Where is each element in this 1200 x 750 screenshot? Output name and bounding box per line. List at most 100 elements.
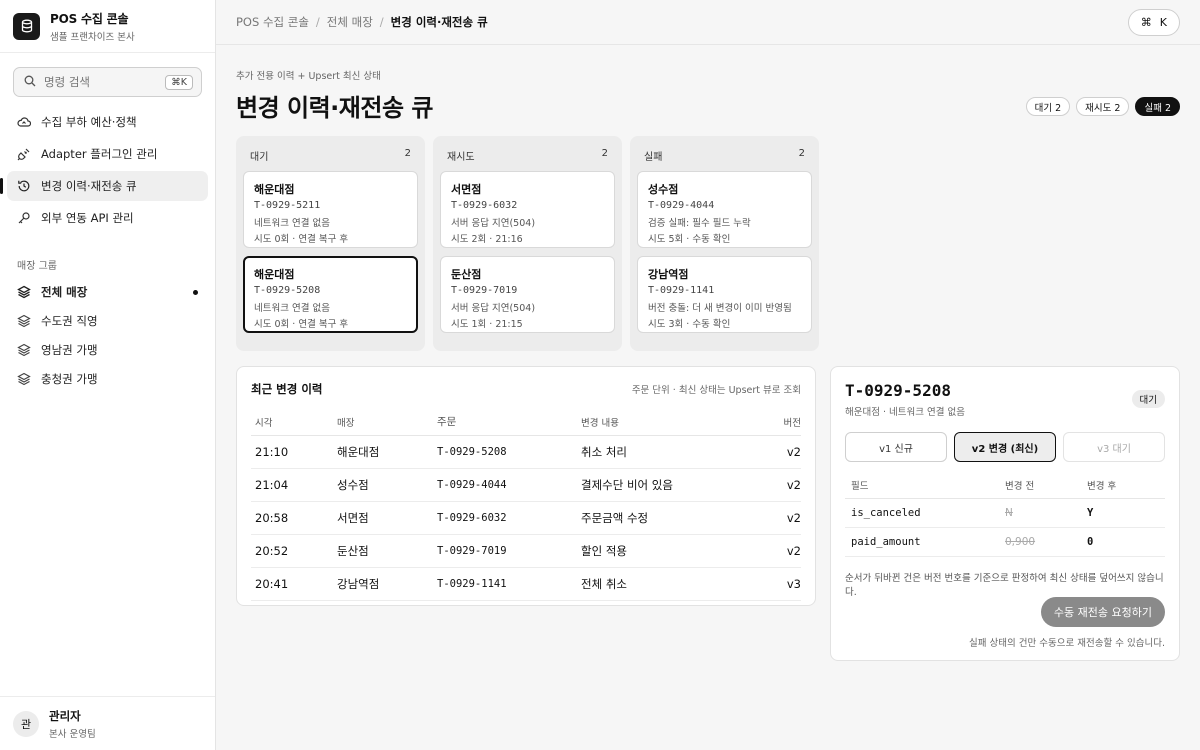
command-palette-button[interactable]: ⌘ K (1127, 8, 1180, 36)
nav-label: 변경 이력·재전송 큐 (41, 179, 137, 193)
card-store: 해운대점 (254, 268, 295, 281)
status-badge: 대기 (1131, 390, 1165, 408)
filter-pending[interactable]: 대기 2 (1025, 97, 1071, 116)
tab-version-1[interactable]: v1 신규 (845, 432, 947, 462)
table-header-row: 시각 매장 주문 변경 내용 버전 (251, 409, 801, 436)
column-header: 변경 내용 (581, 409, 766, 436)
table-row[interactable]: 21:04 성수점 T-0929-4044 결제수단 비어 있음 v2 (251, 468, 801, 502)
main-nav: 수집 부하 예산·정책 Adapter 플러그인 관리 변경 이력·재전송 큐 … (0, 107, 215, 233)
breadcrumb: POS 수집 콘솔 / 전체 매장 / 변경 이력·재전송 큐 (236, 14, 488, 30)
store-item-yeongnam[interactable]: 영남권 가맹 (7, 336, 208, 364)
cell-version: v2 (765, 501, 801, 535)
column-header: 변경 전 (1005, 472, 1087, 499)
manual-resend-button[interactable]: 수동 재전송 요청하기 (1040, 597, 1165, 627)
queue-card-selected[interactable]: 해운대점 T-0929-5208 네트워크 연결 없음 시도 0회 · 연결 복… (243, 256, 418, 333)
card-retry: 시도 3회 · 수동 확인 (648, 319, 731, 330)
cloud-icon (17, 115, 31, 129)
card-reason: 네트워크 연결 없음 (254, 303, 330, 314)
cell-order: T-0929-4044 (437, 468, 581, 502)
column-header: 시각 (251, 409, 337, 436)
card-reason: 버전 충돌: 더 새 변경이 이미 반영됨 (648, 303, 792, 314)
panel-header: 최근 변경 이력 주문 단위 · 최신 상태는 Upsert 뷰로 조회 (251, 381, 801, 397)
cell-change: 주문금액 수정 (581, 501, 766, 535)
nav-label: 외부 연동 API 관리 (41, 211, 134, 225)
queue-card[interactable]: 강남역점 T-0929-1141 버전 충돌: 더 새 변경이 이미 반영됨 시… (637, 256, 812, 333)
queue-card[interactable]: 해운대점 T-0929-5211 네트워크 연결 없음 시도 0회 · 연결 복… (243, 171, 418, 248)
queue-board: 대기 2 해운대점 T-0929-5211 네트워크 연결 없음 시도 0회 ·… (236, 136, 819, 351)
command-key-icon: ⌘ (1140, 15, 1152, 29)
field-diff-table: 필드 변경 전 변경 후 is_canceled N Y paid_amount… (845, 472, 1165, 557)
field-after: 0 (1087, 527, 1165, 557)
cell-time: 21:10 (251, 435, 337, 469)
user-profile[interactable]: 관 관리자 본사 운영팀 (0, 696, 215, 750)
column-retry: 재시도 2 서면점 T-0929-6032 서버 응답 지연(504) 시도 2… (433, 136, 622, 351)
card-store: 해운대점 (254, 183, 295, 196)
queue-card[interactable]: 성수점 T-0929-4044 검증 실패: 필수 필드 누락 시도 5회 · … (637, 171, 812, 248)
queue-card[interactable]: 둔산점 T-0929-7019 서버 응답 지연(504) 시도 1회 · 21… (440, 256, 615, 333)
cell-store: 둔산점 (337, 534, 437, 568)
column-header: 대기 2 (243, 148, 418, 163)
card-retry: 시도 0회 · 연결 복구 후 (254, 319, 349, 330)
cell-time: 21:04 (251, 468, 337, 502)
store-item-label: 영남권 가맹 (41, 343, 98, 357)
user-team: 본사 운영팀 (49, 728, 96, 740)
table-row: paid_amount 0,900 0 (845, 527, 1165, 557)
card-reason: 검증 실패: 필수 필드 누락 (648, 218, 751, 229)
search-shortcut: ⌘K (165, 74, 193, 90)
cell-version: v2 (765, 534, 801, 568)
cell-store: 해운대점 (337, 435, 437, 469)
store-item-label: 전체 매장 (41, 285, 88, 299)
store-item-capital[interactable]: 수도권 직영 (7, 307, 208, 335)
nav-item-load-budget[interactable]: 수집 부하 예산·정책 (7, 107, 208, 137)
column-pending: 대기 2 해운대점 T-0929-5211 네트워크 연결 없음 시도 0회 ·… (236, 136, 425, 351)
cell-change: 전체 취소 (581, 567, 766, 601)
store-item-all[interactable]: 전체 매장 (7, 278, 208, 306)
page-subtitle: 추가 전용 이력 + Upsert 최신 상태 (236, 71, 381, 82)
card-reason: 네트워크 연결 없음 (254, 218, 330, 229)
card-order: T-0929-1141 (648, 285, 715, 296)
nav-item-history-queue[interactable]: 변경 이력·재전송 큐 (0, 171, 208, 201)
detail-note: 순서가 뒤바뀐 건은 버전 번호를 기준으로 판정하여 최신 상태를 덮어쓰지 … (845, 572, 1164, 598)
column-header: 변경 후 (1087, 472, 1165, 499)
table-row[interactable]: 20:58 서면점 T-0929-6032 주문금액 수정 v2 (251, 501, 801, 535)
card-retry: 시도 2회 · 21:16 (451, 234, 523, 245)
topbar: POS 수집 콘솔 / 전체 매장 / 변경 이력·재전송 큐 ⌘ K (216, 0, 1200, 45)
nav-item-adapter[interactable]: Adapter 플러그인 관리 (7, 139, 208, 169)
breadcrumb-item[interactable]: 전체 매장 (327, 14, 373, 30)
column-count: 2 (404, 148, 411, 159)
card-retry: 시도 0회 · 연결 복구 후 (254, 234, 349, 245)
card-order: T-0929-6032 (451, 200, 518, 211)
search-icon (24, 75, 36, 90)
breadcrumb-item[interactable]: POS 수집 콘솔 (236, 14, 309, 30)
store-item-chungcheong[interactable]: 충청권 가맹 (7, 365, 208, 393)
tab-version-2[interactable]: v2 변경 (최신) (954, 432, 1056, 462)
page-header: 추가 전용 이력 + Upsert 최신 상태 변경 이력·재전송 큐 (236, 68, 433, 123)
filter-retry[interactable]: 재시도 2 (1076, 97, 1130, 116)
panel-title: 최근 변경 이력 (251, 382, 323, 396)
brand-subtitle: 샘플 프랜차이즈 본사 (50, 31, 135, 43)
column-count: 2 (798, 148, 805, 159)
tab-version-3: v3 대기 (1063, 432, 1165, 462)
status-filters: 대기 2 재시도 2 실패 2 (1025, 97, 1180, 116)
filter-failed[interactable]: 실패 2 (1135, 97, 1180, 116)
card-order: T-0929-5211 (254, 200, 321, 211)
card-reason: 서버 응답 지연(504) (451, 218, 536, 229)
table-row[interactable]: 21:10 해운대점 T-0929-5208 취소 처리 v2 (251, 435, 801, 469)
brand[interactable]: POS 수집 콘솔 샘플 프랜차이즈 본사 (0, 0, 215, 53)
card-retry: 시도 1회 · 21:15 (451, 319, 523, 330)
queue-card[interactable]: 서면점 T-0929-6032 서버 응답 지연(504) 시도 2회 · 21… (440, 171, 615, 248)
app-root: POS 수집 콘솔 샘플 프랜차이즈 본사 명령 검색 ⌘K 수집 부하 예산·… (0, 0, 1200, 750)
history-table: 시각 매장 주문 변경 내용 버전 21:10 해운대점 T-0929-5208… (251, 409, 801, 601)
column-header: 실패 2 (637, 148, 812, 163)
command-search[interactable]: 명령 검색 ⌘K (13, 67, 202, 97)
column-header: 매장 (337, 409, 437, 436)
cell-time: 20:41 (251, 567, 337, 601)
column-count: 2 (601, 148, 608, 159)
plug-icon (17, 147, 31, 161)
table-row[interactable]: 20:52 둔산점 T-0929-7019 할인 적용 v2 (251, 534, 801, 568)
recent-history-panel: 최근 변경 이력 주문 단위 · 최신 상태는 Upsert 뷰로 조회 시각 … (236, 366, 816, 606)
nav-item-external-api[interactable]: 외부 연동 API 관리 (7, 203, 208, 233)
cell-change: 취소 처리 (581, 435, 766, 469)
table-row[interactable]: 20:41 강남역점 T-0929-1141 전체 취소 v3 (251, 567, 801, 601)
cell-order: T-0929-6032 (437, 501, 581, 535)
